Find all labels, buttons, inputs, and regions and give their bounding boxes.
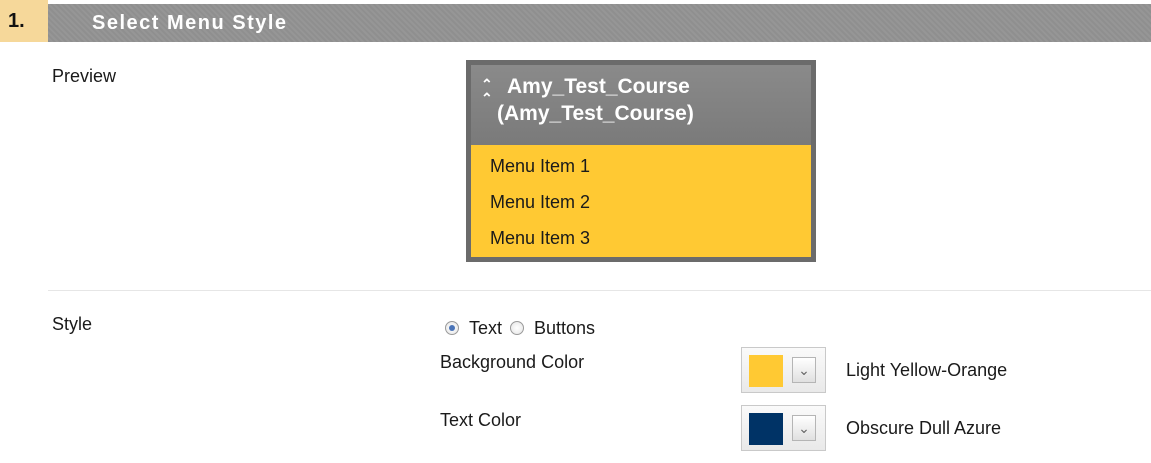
- style-text-radio[interactable]: [445, 321, 459, 335]
- preview-label: Preview: [52, 66, 117, 86]
- preview-course-name: Amy_Test_Course: [507, 75, 690, 98]
- text-color-label: Text Color: [440, 410, 522, 430]
- style-radio-group: Text Buttons: [445, 314, 603, 342]
- preview-course-id: (Amy_Test_Course): [497, 102, 694, 125]
- style-buttons-label[interactable]: Buttons: [534, 318, 595, 339]
- step-number: 1.: [0, 0, 48, 42]
- preview-menu-item: Menu Item 3: [490, 228, 591, 248]
- style-buttons-radio[interactable]: [510, 321, 525, 335]
- text-color-name: Obscure Dull Azure: [846, 418, 1002, 438]
- background-color-picker[interactable]: ⌄: [741, 347, 826, 393]
- text-color-swatch[interactable]: [749, 413, 783, 445]
- section-title: Select Menu Style: [92, 12, 288, 34]
- style-text-label[interactable]: Text: [469, 318, 502, 339]
- double-chevron-down-icon[interactable]: ⌄: [792, 415, 816, 441]
- preview-menu-item: Menu Item 1: [490, 156, 591, 176]
- double-chevron-up-icon: ⌃ ⌃: [481, 76, 493, 106]
- preview-course-header: ⌃ ⌃ Amy_Test_Course (Amy_Test_Course): [471, 65, 811, 145]
- text-color-picker[interactable]: ⌄: [741, 405, 826, 451]
- menu-preview: ⌃ ⌃ Amy_Test_Course (Amy_Test_Course) Men…: [466, 60, 816, 262]
- background-color-swatch[interactable]: [749, 355, 783, 387]
- section-header: 1. Select Menu Style: [0, 0, 1151, 42]
- style-label: Style: [52, 314, 93, 334]
- preview-menu-item: Menu Item 2: [490, 192, 591, 212]
- preview-menu-list: Menu Item 1 Menu Item 2 Menu Item 3: [471, 145, 811, 257]
- double-chevron-down-icon[interactable]: ⌄: [792, 357, 816, 383]
- background-color-label: Background Color: [440, 352, 585, 372]
- background-color-name: Light Yellow-Orange: [846, 360, 1008, 380]
- divider: [48, 290, 1151, 291]
